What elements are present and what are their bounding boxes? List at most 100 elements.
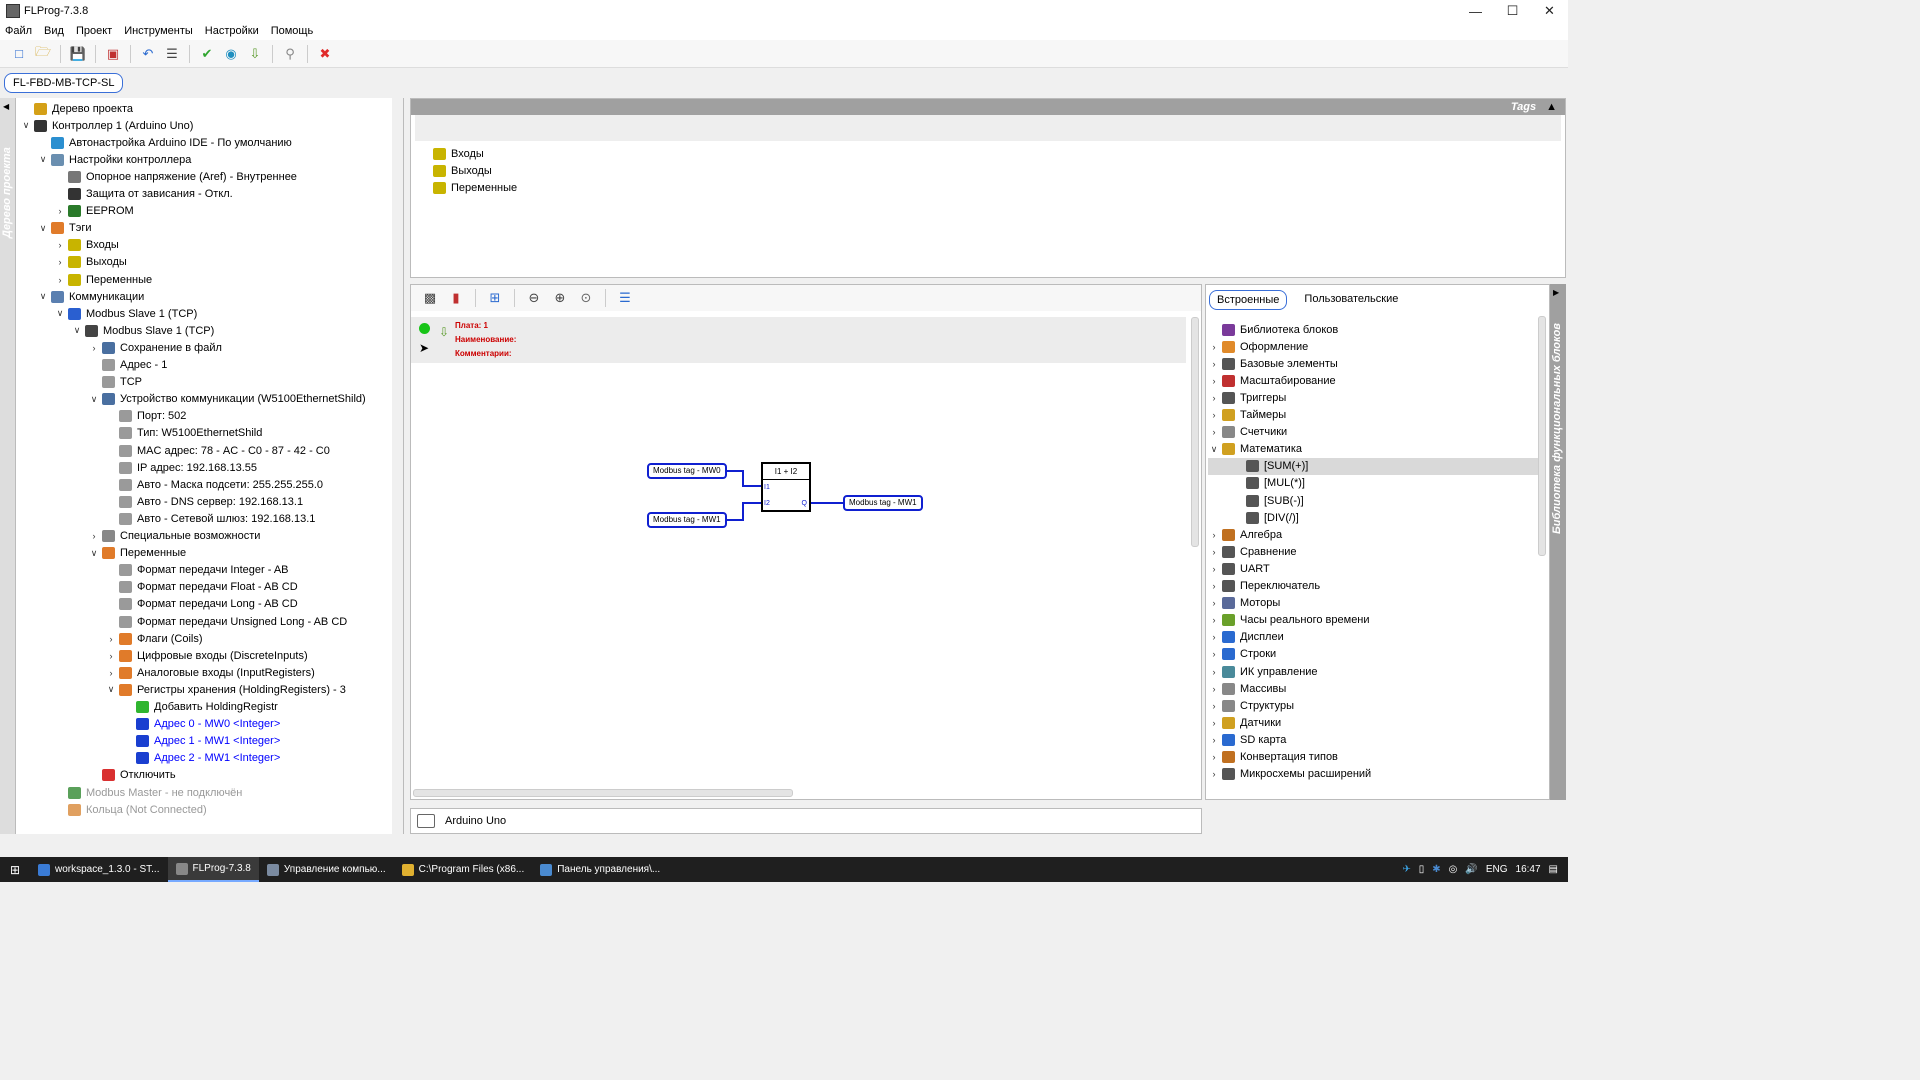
tree-item[interactable]: › Аналоговые входы (InputRegisters) (105, 664, 315, 681)
library-item[interactable]: › Таймеры (1208, 407, 1538, 424)
chevron-right-icon[interactable]: › (1208, 701, 1220, 711)
language-indicator[interactable]: ENG (1486, 864, 1508, 875)
tree-item[interactable]: ∨ Настройки контроллера (37, 151, 191, 168)
tag-item-inputs[interactable]: Входы (431, 145, 484, 162)
list-icon[interactable]: ☰ (163, 45, 181, 63)
library-item[interactable]: › Переключатель (1208, 578, 1538, 595)
usb-icon[interactable]: ▯ (1419, 864, 1425, 875)
tree-item[interactable]: Адрес 2 - MW1 <Integer> (122, 750, 280, 767)
task-flprog[interactable]: FLProg-7.3.8 (167, 857, 259, 882)
lamp-icon[interactable]: ⚲ (281, 45, 299, 63)
tree-item[interactable]: › Выходы (54, 254, 127, 271)
library-item[interactable]: › Оформление (1208, 338, 1538, 355)
chevron-right-icon[interactable]: › (1208, 564, 1220, 574)
zoom-in-icon[interactable]: ⊕ (551, 289, 569, 307)
menu-tools[interactable]: Инструменты (118, 25, 199, 37)
bluetooth-icon[interactable]: ✱ (1432, 864, 1440, 875)
tree-item[interactable]: Авто - Маска подсети: 255.255.255.0 (105, 476, 323, 493)
library-item[interactable]: › Моторы (1208, 595, 1538, 612)
tree-item[interactable]: Modbus Master - не подключён (54, 784, 242, 801)
tree-item[interactable]: IP адрес: 192.168.13.55 (105, 459, 257, 476)
chevron-down-icon[interactable]: ∨ (20, 120, 32, 131)
library-item[interactable]: › Счетчики (1208, 424, 1538, 441)
chevron-right-icon[interactable]: › (1208, 342, 1220, 352)
project-tab[interactable]: FL-FBD-MB-TCP-SL (4, 73, 124, 93)
canvas-horizontal-scrollbar[interactable] (413, 789, 793, 797)
chevron-down-icon[interactable]: ∨ (88, 394, 100, 405)
chevron-down-icon[interactable]: ∨ (37, 154, 49, 165)
chevron-right-icon[interactable]: › (1208, 649, 1220, 659)
library-vertical-scrollbar[interactable] (1538, 316, 1546, 556)
tree-item[interactable]: Дерево проекта (20, 100, 133, 117)
close-button[interactable]: ✕ (1531, 0, 1568, 22)
library-item[interactable]: › Часы реального времени (1208, 612, 1538, 629)
download-icon[interactable]: ⇩ (246, 45, 264, 63)
library-item[interactable]: › Конвертация типов (1208, 749, 1538, 766)
chevron-right-icon[interactable]: › (54, 206, 66, 216)
chevron-right-icon[interactable]: › (1208, 393, 1220, 403)
library-item[interactable]: › Датчики (1208, 714, 1538, 731)
notifications-icon[interactable]: ▤ (1549, 864, 1558, 875)
volume-icon[interactable]: 🔊 (1465, 864, 1477, 875)
input-tag-mw1[interactable]: Modbus tag - MW1 (647, 512, 727, 528)
list-view-icon[interactable]: ☰ (616, 289, 634, 307)
library-item[interactable]: › Микросхемы расширений (1208, 766, 1538, 783)
zoom-reset-icon[interactable]: ⊙ (577, 289, 595, 307)
chevron-down-icon[interactable]: ∨ (54, 308, 66, 319)
tree-item[interactable]: ∨ Устройство коммуникации (W5100EthernetS… (88, 391, 366, 408)
tree-item[interactable]: › Переменные (54, 271, 152, 288)
task-computer-management[interactable]: Управление компью... (259, 857, 394, 882)
upload-icon[interactable]: ◉ (222, 45, 240, 63)
compile-check-icon[interactable]: ✔ (198, 45, 216, 63)
chevron-right-icon[interactable]: › (1208, 752, 1220, 762)
output-tag-mw1[interactable]: Modbus tag - MW1 (843, 495, 923, 511)
tree-item[interactable]: ∨ Modbus Slave 1 (TCP) (54, 305, 197, 322)
tree-item[interactable]: Автонастройка Arduino IDE - По умолчанию (37, 134, 292, 151)
library-item[interactable]: › Масштабирование (1208, 372, 1538, 389)
minimize-button[interactable]: — (1457, 0, 1494, 22)
tree-item[interactable]: Формат передачи Integer - AB (105, 562, 289, 579)
tag-item-variables[interactable]: Переменные (431, 179, 517, 196)
tree-item[interactable]: › Сохранение в файл (88, 339, 222, 356)
library-item[interactable]: › SD карта (1208, 731, 1538, 748)
library-item[interactable]: ∨ Математика (1208, 441, 1538, 458)
telegram-icon[interactable]: ✈ (1402, 864, 1410, 875)
chevron-down-icon[interactable]: ∨ (88, 548, 100, 559)
library-item[interactable]: › Базовые элементы (1208, 355, 1538, 372)
tags-toggle-icon[interactable]: ▲ (1546, 101, 1557, 113)
chevron-right-icon[interactable]: › (105, 651, 117, 661)
tree-item[interactable]: › Цифровые входы (DiscreteInputs) (105, 647, 308, 664)
task-workspace[interactable]: workspace_1.3.0 - ST... (30, 857, 168, 882)
tree-item[interactable]: ∨ Регистры хранения (HoldingRegisters) - … (105, 681, 346, 698)
board-header[interactable]: ⇩ ➤ Плата: 1 Наименование: Комментарии: (411, 317, 1186, 363)
tree-item[interactable]: Защита от зависания - Откл. (54, 186, 233, 203)
chevron-right-icon[interactable]: › (1208, 427, 1220, 437)
open-project-icon[interactable]: 🗁 (34, 44, 52, 63)
chevron-down-icon[interactable]: ∨ (37, 291, 49, 302)
chevron-right-icon[interactable]: › (105, 668, 117, 678)
tree-item[interactable]: Адрес 1 - MW1 <Integer> (122, 733, 280, 750)
delete-board-icon[interactable]: ▮ (447, 289, 465, 307)
chevron-down-icon[interactable]: ∨ (105, 684, 117, 695)
new-project-icon[interactable]: □ (10, 45, 28, 63)
tree-vertical-scrollbar[interactable] (392, 98, 403, 834)
menu-view[interactable]: Вид (38, 25, 70, 37)
block-library-strip[interactable]: ▶ Библиотека функциональных блоков (1550, 284, 1566, 800)
chevron-right-icon[interactable]: › (54, 240, 66, 250)
library-item[interactable]: › Массивы (1208, 680, 1538, 697)
diagram-canvas[interactable]: ▩ ▮ ⊞ ⊖ ⊕ ⊙ ☰ ⇩ ➤ Плата: 1 Наименование:… (410, 284, 1202, 800)
tree-item[interactable]: Формат передачи Float - AB CD (105, 579, 298, 596)
sum-block[interactable]: I1 + I2 I1 I2 Q (761, 462, 811, 512)
tree-item[interactable]: ∨ Контроллер 1 (Arduino Uno) (20, 117, 193, 134)
library-item[interactable]: › Структуры (1208, 697, 1538, 714)
start-button[interactable]: ⊞ (0, 857, 30, 882)
collapse-arrow-icon[interactable]: ◀ (3, 102, 9, 111)
tree-item[interactable]: Опорное напряжение (Aref) - Внутреннее (54, 168, 297, 185)
library-item[interactable]: › UART (1208, 560, 1538, 577)
library-item[interactable]: [SUB(-)] (1208, 492, 1538, 509)
tree-item[interactable]: Кольца (Not Connected) (54, 801, 207, 818)
library-item[interactable]: [MUL(*)] (1208, 475, 1538, 492)
chevron-right-icon[interactable]: › (1208, 735, 1220, 745)
chevron-right-icon[interactable]: › (88, 531, 100, 541)
tree-view-icon[interactable]: ⊞ (486, 289, 504, 307)
